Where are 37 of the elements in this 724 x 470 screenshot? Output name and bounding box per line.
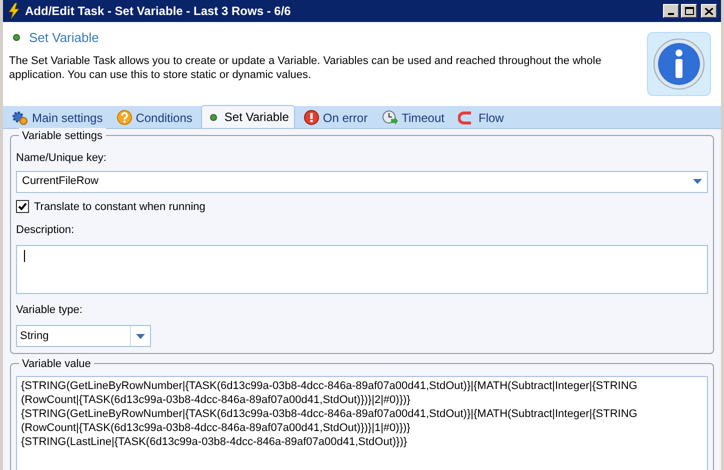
header-title: Set Variable (29, 29, 99, 47)
tab[interactable]: Flow (453, 107, 509, 128)
value-line: {STRING(GetLineByRowNumber|{TASK(6d13c99a-03b8-4dcc-846a-89af07a00d41,StdOut)}|{MATH(Subtract|Integer|{STRING (21, 379, 638, 393)
tab[interactable]: On error (298, 107, 373, 128)
description-label: Description: (16, 223, 76, 238)
error-icon (304, 110, 319, 125)
value-line: {STRING(LastLine|{TASK(6d13c99a-03b8-4dcc-846a-89af07a00d41,StdOut)})} (21, 435, 408, 449)
checkbox-label: Translate to constant when running (34, 200, 206, 214)
dropdown-arrow-icon (136, 334, 145, 338)
question-icon (116, 110, 132, 125)
bullet-icon (210, 114, 218, 120)
close-icon (705, 8, 713, 14)
type-label: Variable type: (16, 302, 84, 318)
value-line: {STRING(GetLineByRowNumber|{TASK(6d13c99a-03b8-4dcc-846a-89af07a00d41,StdOut)}|{MATH(Subtract|Integer|{STRING (21, 407, 638, 421)
clock-icon (382, 110, 398, 126)
dropdown-arrow-icon (693, 179, 702, 184)
value-line: (RowCount|{TASK(6d13c99a-03b8-4dcc-846a-89af07a00d41,StdOut)})}|1|#0)})} (21, 421, 412, 435)
maximize-button[interactable] (681, 4, 697, 18)
minimize-button[interactable] (663, 4, 679, 18)
value-line: (RowCount|{TASK(6d13c99a-03b8-4dcc-846a-89af07a00d41,StdOut)})}|2|#0)})} (21, 393, 412, 407)
tab[interactable]: Set Variable (201, 105, 295, 128)
name-label: Name/Unique key: (16, 151, 108, 166)
tab[interactable]: Timeout (376, 107, 450, 128)
name-combo-box[interactable]: CurrentFileRow (16, 170, 708, 192)
window-title: Add/Edit Task - Set Variable - Last 3 Rows - 6/6 (25, 3, 292, 20)
gear-icon (12, 110, 28, 126)
description-field[interactable] (16, 244, 708, 294)
header-description: The Set Variable Task allows you to create or update a Variable. Variables can be used and reached throughout the whole application. You can use this to store static or dynamic values. (9, 54, 602, 82)
info-icon (653, 38, 705, 90)
checkbox[interactable] (16, 200, 29, 214)
tab[interactable]: Conditions (112, 107, 198, 128)
group-title: Variable settings (19, 128, 106, 144)
bullet-icon (13, 34, 20, 42)
tab[interactable]: Main settings (7, 107, 108, 128)
type-combo-box[interactable]: String (16, 325, 151, 347)
close-button[interactable] (701, 4, 717, 18)
lightning-icon (7, 3, 21, 19)
